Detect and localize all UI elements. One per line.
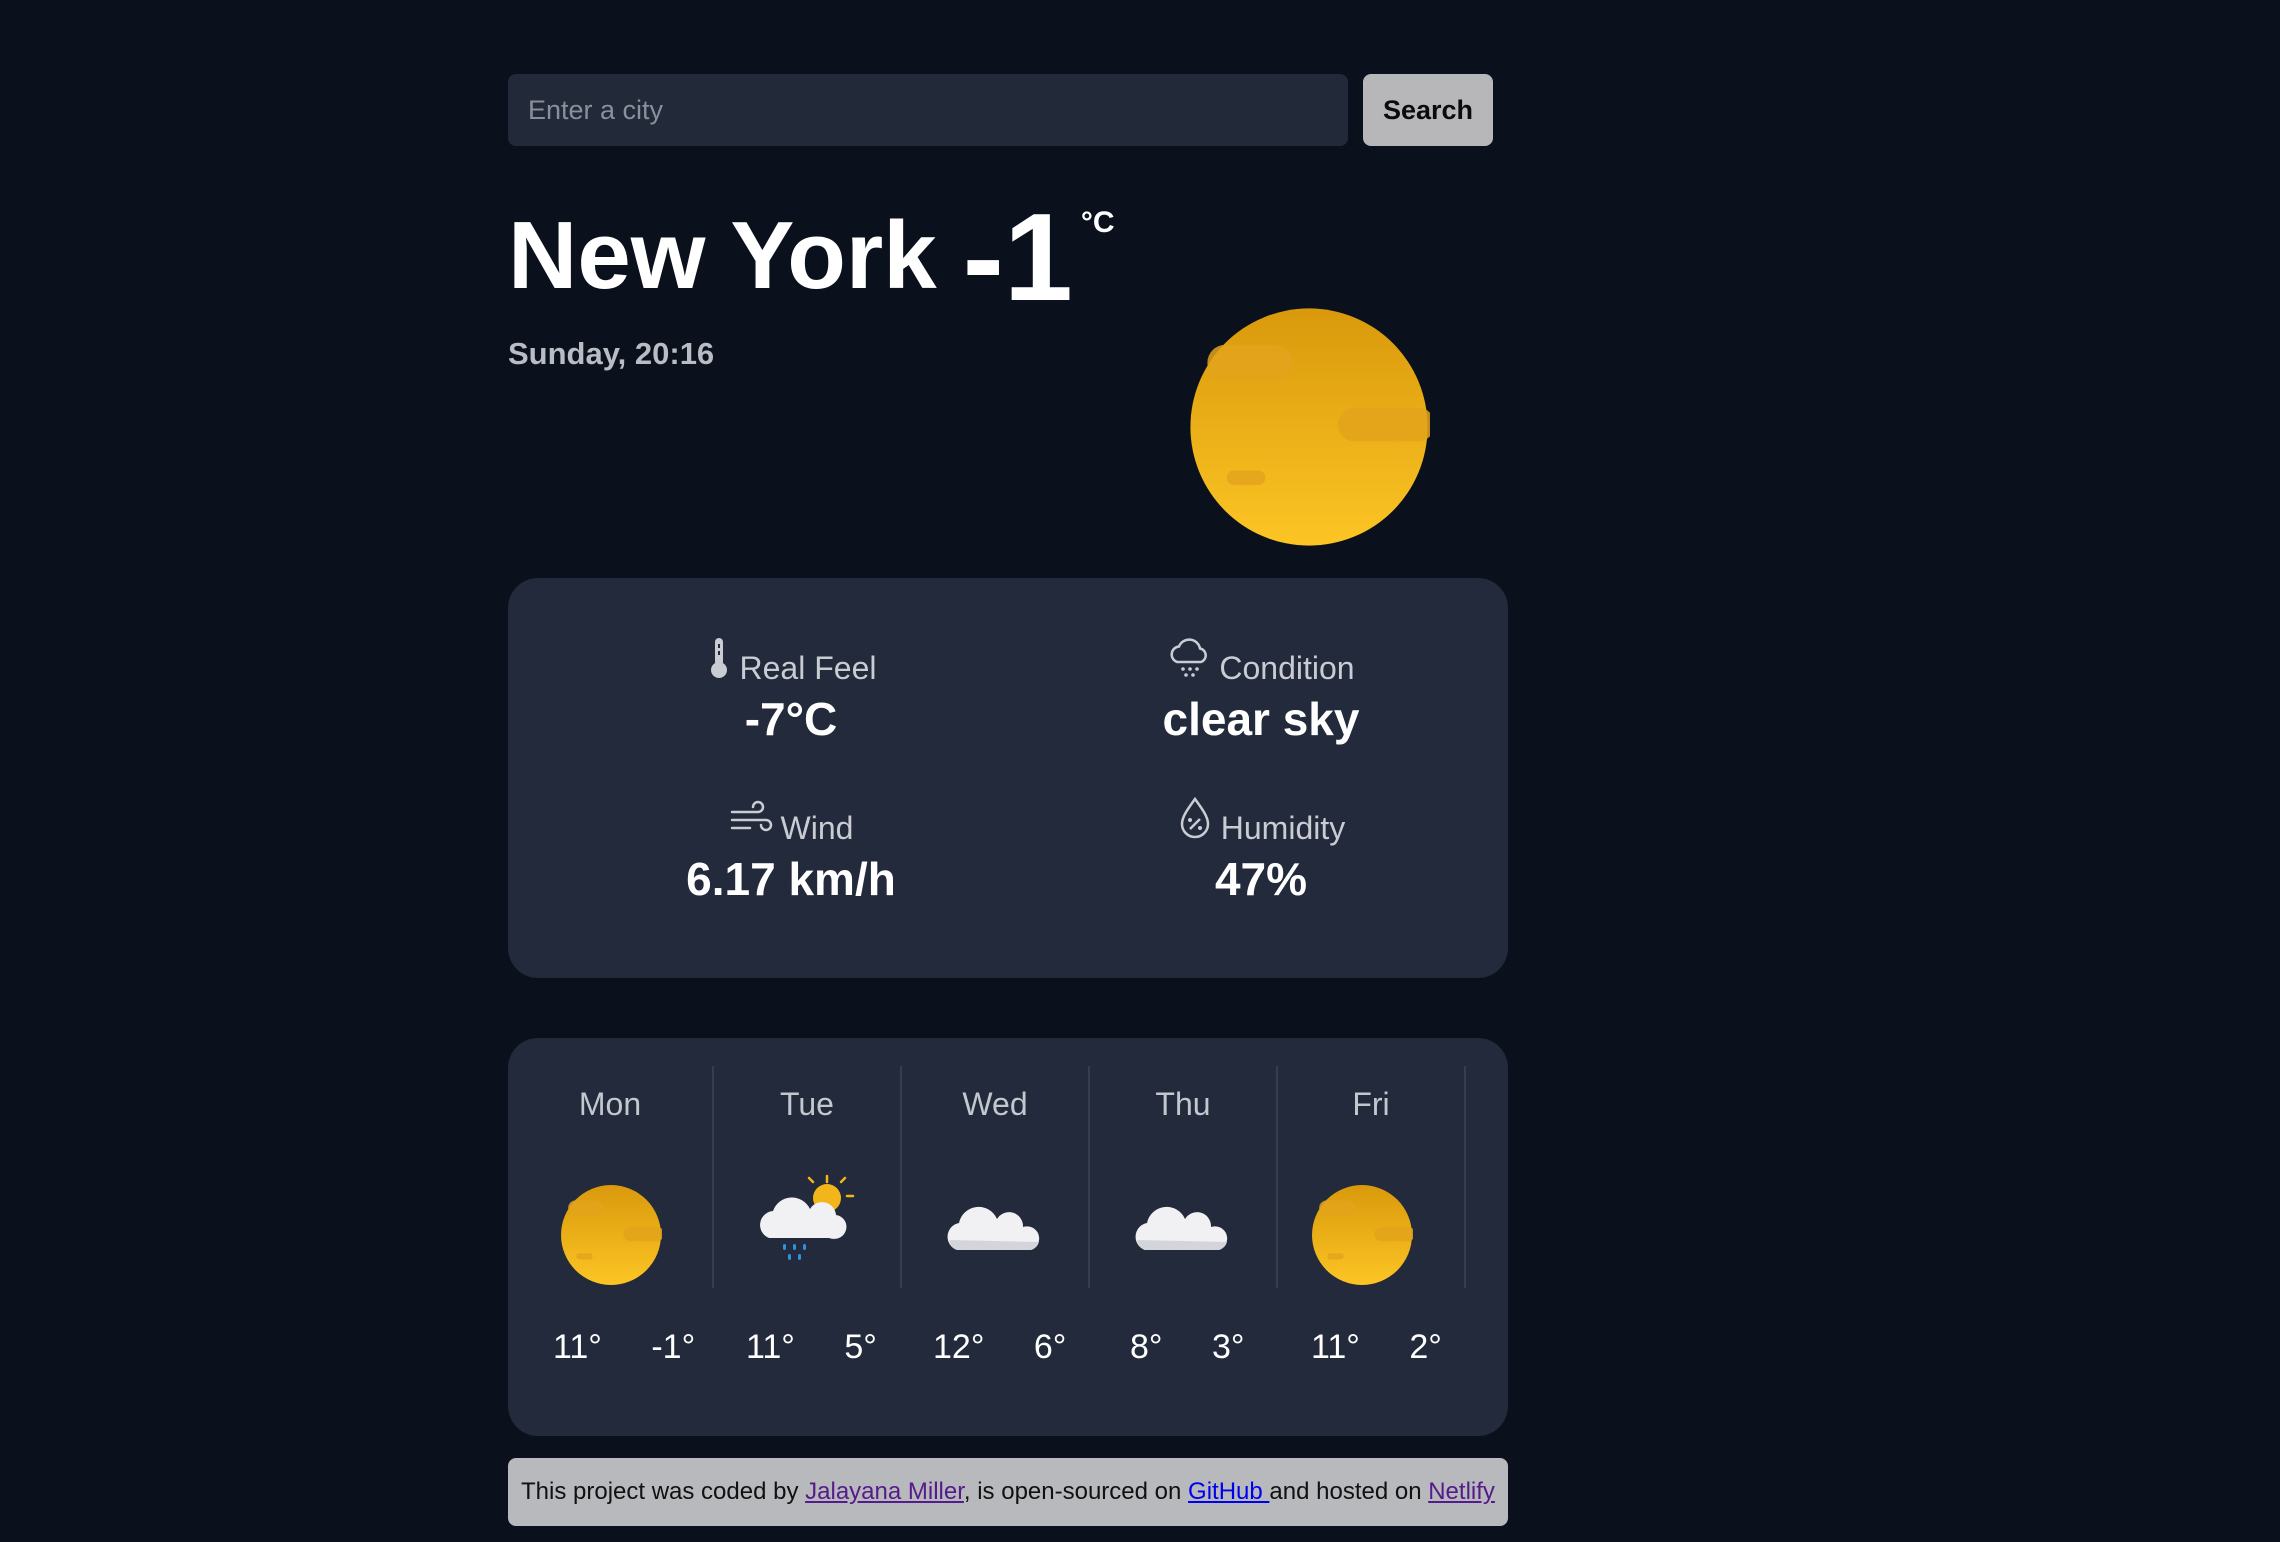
temperature-unit: °C (1080, 206, 1115, 239)
forecast-day-tue: Tue (714, 1066, 902, 1288)
search-button[interactable]: Search (1363, 74, 1493, 146)
forecast-day-mon: Mon (508, 1066, 714, 1288)
forecast-day-name: Thu (1155, 1086, 1211, 1122)
forecast-max: 12° (933, 1328, 985, 1366)
forecast-card: Mon Tue Wed Thu Fri 11° -1° 11° 5° 12° 6… (508, 1038, 1508, 1436)
forecast-day-fri: Fri (1278, 1066, 1466, 1288)
cloud-icon (1135, 1206, 1228, 1250)
forecast-min: 6° (1033, 1328, 1067, 1366)
footer-text: and hosted on (1269, 1478, 1429, 1505)
detail-wind: Wind 6.17 km/h (621, 794, 961, 906)
cloud-icon (947, 1206, 1040, 1250)
current-weather-heading: New York -1 °C (508, 196, 1115, 320)
real-feel-value: -7°C (744, 693, 838, 745)
wind-label: Wind (780, 810, 854, 846)
forecast-day-name: Fri (1352, 1086, 1390, 1122)
city-search-input[interactable] (508, 74, 1348, 146)
humidity-label: Humidity (1220, 810, 1346, 846)
forecast-max: 8° (1130, 1328, 1163, 1366)
footer-text: This project was coded by (521, 1478, 806, 1505)
detail-humidity: Humidity 47% (1091, 794, 1431, 906)
forecast-max: 11° (1311, 1328, 1360, 1366)
forecast-max: 11° (746, 1328, 795, 1366)
forecast-temps-wed: 12° 6° (933, 1328, 1066, 1367)
real-feel-label: Real Feel (739, 650, 877, 686)
forecast-max: 11° (553, 1328, 602, 1366)
condition-label: Condition (1219, 650, 1355, 686)
forecast-temps-mon: 11° -1° (553, 1328, 695, 1367)
forecast-min: -1° (651, 1328, 696, 1366)
city-name: New York (508, 202, 937, 309)
detail-condition: Condition clear sky (1091, 634, 1431, 746)
wind-value: 6.17 km/h (686, 853, 896, 905)
forecast-day-name: Tue (780, 1086, 834, 1122)
footer-credits: This project was coded by Jalayana Mille… (508, 1458, 1508, 1526)
search-form: Search (508, 74, 1508, 146)
forecast-min: 5° (844, 1328, 877, 1366)
weather-app: Search New York -1 °C Sunday, 20:16 Re (508, 74, 1508, 1526)
forecast-list: Mon Tue Wed Thu Fri (508, 1066, 1466, 1288)
forecast-temps-fri: 11° 2° (1311, 1328, 1442, 1367)
author-link[interactable]: Jalayana Miller (805, 1478, 964, 1505)
snow-cloud-icon (1170, 638, 1208, 677)
forecast-min: 2° (1409, 1328, 1442, 1366)
humidity-drop-icon (1180, 796, 1210, 839)
footer-text: , is open-sourced on (963, 1478, 1189, 1505)
current-date-time: Sunday, 20:16 (508, 336, 715, 371)
forecast-day-wed: Wed (902, 1066, 1090, 1288)
forecast-day-name: Wed (962, 1086, 1028, 1122)
rain-cloud-sun-icon (760, 1174, 855, 1260)
forecast-day-thu: Thu (1090, 1066, 1278, 1288)
current-temperature: -1 (962, 189, 1073, 327)
forecast-min: 3° (1211, 1328, 1245, 1366)
github-link[interactable]: GitHub (1188, 1478, 1269, 1505)
thermometer-icon (710, 638, 727, 678)
humidity-value: 47% (1214, 853, 1308, 905)
netlify-link[interactable]: Netlify (1428, 1478, 1495, 1505)
detail-real-feel: Real Feel -7°C (621, 634, 961, 746)
sun-icon (1312, 1185, 1413, 1285)
sun-icon (1190, 308, 1430, 546)
forecast-temps-thu: 8° 3° (1130, 1328, 1244, 1367)
forecast-day-name: Mon (578, 1086, 642, 1122)
forecast-temps-tue: 11° 5° (746, 1328, 877, 1367)
sun-icon (561, 1185, 662, 1285)
condition-value: clear sky (1162, 693, 1360, 745)
wind-icon (730, 800, 772, 832)
